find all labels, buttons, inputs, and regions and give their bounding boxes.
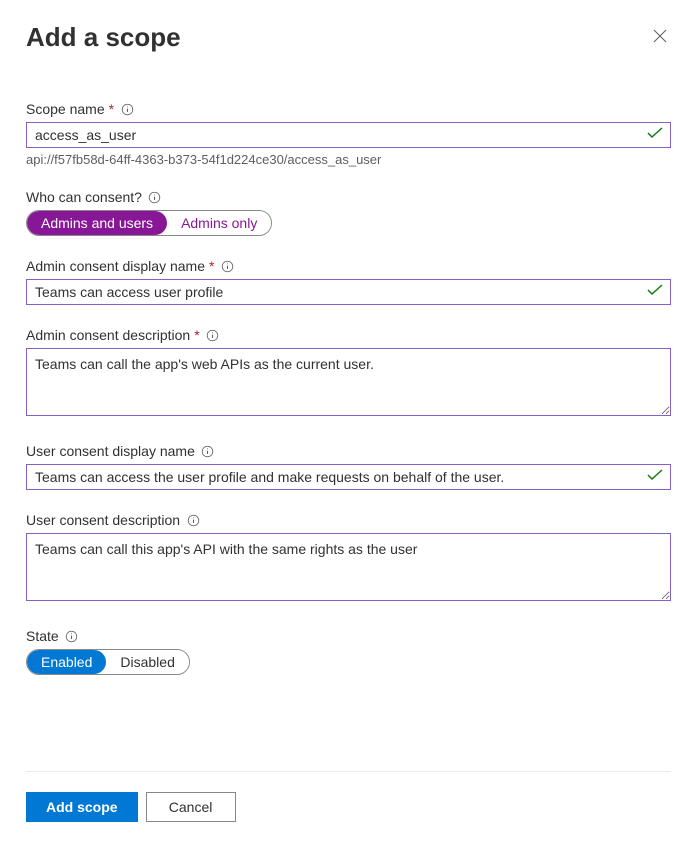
add-scope-button[interactable]: Add scope xyxy=(26,792,138,822)
cancel-button[interactable]: Cancel xyxy=(146,792,236,822)
required-indicator: * xyxy=(109,101,114,117)
consent-toggle-group: Admins and users Admins only xyxy=(26,210,272,236)
info-icon[interactable] xyxy=(206,328,220,342)
required-indicator: * xyxy=(209,258,214,274)
info-icon[interactable] xyxy=(148,190,162,204)
consent-option-admins-only[interactable]: Admins only xyxy=(167,211,271,235)
info-icon[interactable] xyxy=(201,444,215,458)
info-icon[interactable] xyxy=(65,629,79,643)
admin-consent-display-input[interactable] xyxy=(26,279,671,305)
admin-consent-display-label: Admin consent display name xyxy=(26,258,205,274)
admin-consent-description-label: Admin consent description xyxy=(26,327,190,343)
state-option-disabled[interactable]: Disabled xyxy=(106,650,188,674)
scope-name-label: Scope name xyxy=(26,101,105,117)
page-title: Add a scope xyxy=(26,22,181,53)
consent-option-admins-users[interactable]: Admins and users xyxy=(27,211,167,235)
required-indicator: * xyxy=(194,327,199,343)
admin-consent-description-textarea[interactable]: Teams can call the app's web APIs as the… xyxy=(26,348,671,416)
user-consent-display-input[interactable] xyxy=(26,464,671,490)
close-icon xyxy=(653,29,667,43)
user-consent-description-textarea[interactable]: Teams can call this app's API with the s… xyxy=(26,533,671,601)
scope-uri-helper: api://f57fb58d-64ff-4363-b373-54f1d224ce… xyxy=(26,152,671,167)
who-can-consent-label: Who can consent? xyxy=(26,189,142,205)
close-button[interactable] xyxy=(649,25,671,51)
user-consent-description-label: User consent description xyxy=(26,512,180,528)
state-option-enabled[interactable]: Enabled xyxy=(27,650,106,674)
info-icon[interactable] xyxy=(120,102,134,116)
scope-name-input[interactable] xyxy=(26,122,671,148)
state-toggle-group: Enabled Disabled xyxy=(26,649,190,675)
info-icon[interactable] xyxy=(186,513,200,527)
user-consent-display-label: User consent display name xyxy=(26,443,195,459)
state-label: State xyxy=(26,628,59,644)
info-icon[interactable] xyxy=(220,259,234,273)
